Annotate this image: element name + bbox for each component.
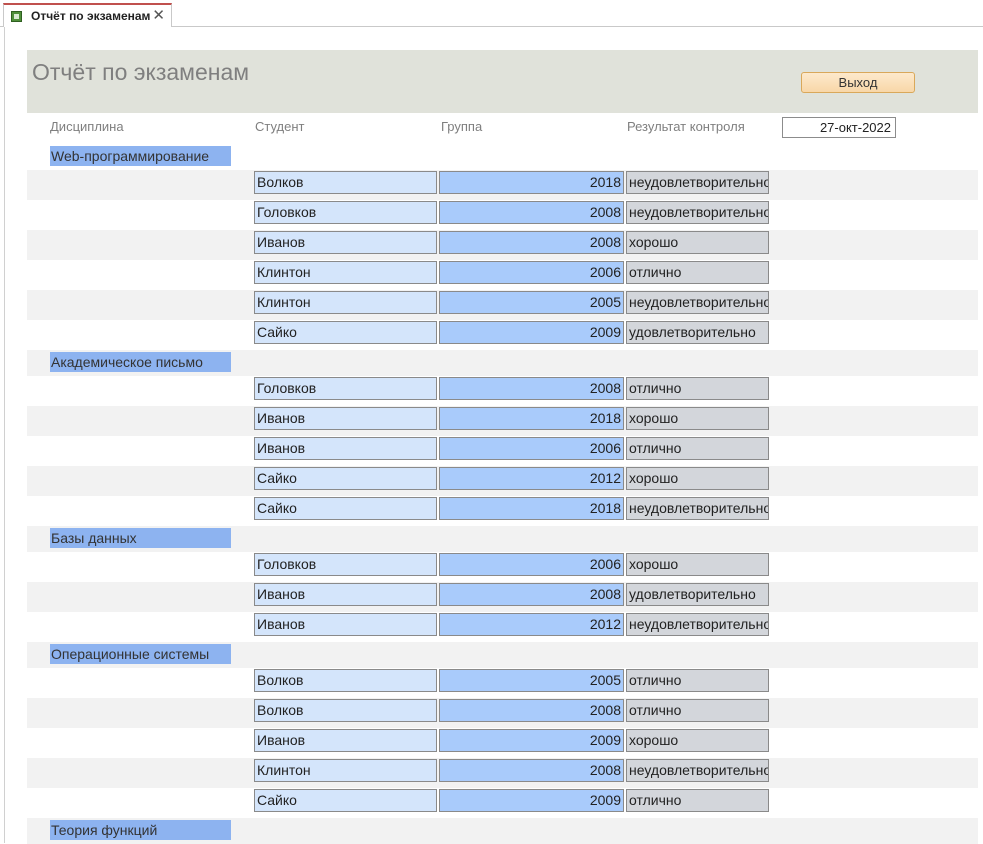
discipline-group-label: Web-программирование [50, 146, 231, 166]
group-cell[interactable]: 2009 [439, 321, 624, 344]
column-header-group: Группа [441, 119, 483, 134]
column-header-student: Студент [255, 119, 305, 134]
result-cell[interactable]: отлично [626, 699, 769, 722]
column-header-discipline: Дисциплина [50, 119, 124, 134]
student-cell[interactable]: Сайко [254, 467, 437, 490]
student-cell[interactable]: Головков [254, 201, 437, 224]
report-date-field[interactable]: 27-окт-2022 [782, 117, 896, 138]
group-cell[interactable]: 2008 [439, 231, 624, 254]
exit-button[interactable]: Выход [801, 72, 915, 93]
group-cell[interactable]: 2008 [439, 201, 624, 224]
result-cell[interactable]: хорошо [626, 553, 769, 576]
report-header: Отчёт по экзаменам Выход [27, 50, 978, 113]
group-cell[interactable]: 2006 [439, 261, 624, 284]
report-title: Отчёт по экзаменам [32, 59, 250, 85]
student-cell[interactable]: Иванов [254, 729, 437, 752]
student-cell[interactable]: Клинтон [254, 261, 437, 284]
student-cell[interactable]: Волков [254, 669, 437, 692]
result-cell[interactable]: отлично [626, 437, 769, 460]
student-cell[interactable]: Сайко [254, 321, 437, 344]
student-cell[interactable]: Клинтон [254, 291, 437, 314]
tab-exam-report[interactable]: Отчёт по экзаменам ✕ [3, 3, 172, 27]
result-cell[interactable]: хорошо [626, 231, 769, 254]
result-cell[interactable]: удовлетворительно [626, 583, 769, 606]
tab-label: Отчёт по экзаменам [31, 9, 151, 23]
student-cell[interactable]: Сайко [254, 789, 437, 812]
column-header-result: Результат контроля [627, 119, 745, 134]
group-cell[interactable]: 2018 [439, 407, 624, 430]
group-cell[interactable]: 2005 [439, 291, 624, 314]
group-cell[interactable]: 2008 [439, 377, 624, 400]
result-cell[interactable]: неудовлетворительно [626, 497, 769, 520]
student-cell[interactable]: Иванов [254, 613, 437, 636]
discipline-group-label: Академическое письмо [50, 352, 231, 372]
student-cell[interactable]: Головков [254, 377, 437, 400]
group-cell[interactable]: 2012 [439, 467, 624, 490]
group-cell[interactable]: 2009 [439, 789, 624, 812]
group-cell[interactable]: 2018 [439, 497, 624, 520]
result-cell[interactable]: отлично [626, 789, 769, 812]
student-cell[interactable]: Головков [254, 553, 437, 576]
group-cell[interactable]: 2008 [439, 699, 624, 722]
result-cell[interactable]: хорошо [626, 467, 769, 490]
student-cell[interactable]: Иванов [254, 583, 437, 606]
group-cell[interactable]: 2018 [439, 171, 624, 194]
discipline-group-label: Базы данных [50, 528, 231, 548]
result-cell[interactable]: неудовлетворительно [626, 613, 769, 636]
group-cell[interactable]: 2006 [439, 437, 624, 460]
result-cell[interactable]: неудовлетворительно [626, 759, 769, 782]
result-cell[interactable]: удовлетворительно [626, 321, 769, 344]
result-cell[interactable]: отлично [626, 377, 769, 400]
group-cell[interactable]: 2005 [439, 669, 624, 692]
result-cell[interactable]: отлично [626, 261, 769, 284]
result-cell[interactable]: хорошо [626, 729, 769, 752]
result-cell[interactable]: неудовлетворительно [626, 291, 769, 314]
student-cell[interactable]: Волков [254, 699, 437, 722]
result-cell[interactable]: неудовлетворительно [626, 171, 769, 194]
group-cell[interactable]: 2008 [439, 583, 624, 606]
discipline-group-label: Операционные системы [50, 644, 231, 664]
student-cell[interactable]: Иванов [254, 407, 437, 430]
group-cell[interactable]: 2009 [439, 729, 624, 752]
report-icon [11, 10, 22, 22]
result-cell[interactable]: хорошо [626, 407, 769, 430]
result-cell[interactable]: отлично [626, 669, 769, 692]
student-cell[interactable]: Сайко [254, 497, 437, 520]
close-icon[interactable]: ✕ [152, 8, 165, 24]
student-cell[interactable]: Клинтон [254, 759, 437, 782]
result-cell[interactable]: неудовлетворительно [626, 201, 769, 224]
group-cell[interactable]: 2006 [439, 553, 624, 576]
student-cell[interactable]: Иванов [254, 437, 437, 460]
discipline-group-label: Теория функций [50, 820, 231, 840]
report-left-border [4, 27, 5, 843]
group-cell[interactable]: 2008 [439, 759, 624, 782]
student-cell[interactable]: Иванов [254, 231, 437, 254]
group-cell[interactable]: 2012 [439, 613, 624, 636]
student-cell[interactable]: Волков [254, 171, 437, 194]
document-tab-strip: Отчёт по экзаменам ✕ [0, 0, 983, 27]
